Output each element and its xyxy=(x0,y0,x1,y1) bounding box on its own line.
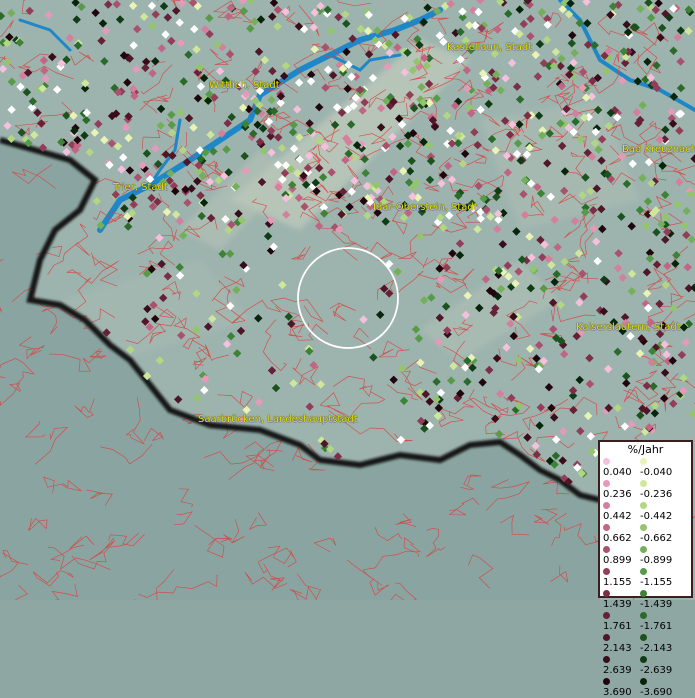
legend-entry: -1.439 xyxy=(640,588,677,610)
legend-value: -0.442 xyxy=(640,511,672,522)
legend-entry: -0.236 xyxy=(640,478,677,500)
legend-swatch xyxy=(603,568,610,575)
legend-value: -2.639 xyxy=(640,665,672,676)
legend-value: 0.899 xyxy=(603,555,632,566)
place-label-kaiserslautern: Kaiserslautern, Stadt xyxy=(576,322,681,333)
legend-entry: 0.442 xyxy=(603,500,640,522)
legend-entry: 2.143 xyxy=(603,632,640,654)
map-canvas[interactable] xyxy=(0,0,695,600)
legend-value: 1.761 xyxy=(603,621,632,632)
legend-row: 0.899 -0.899 xyxy=(603,544,677,566)
place-label-bad-kreuznach: Bad Kreuznach xyxy=(622,144,695,155)
legend-row: 0.662 -0.662 xyxy=(603,522,677,544)
legend-swatch xyxy=(603,590,610,597)
legend-value: -0.236 xyxy=(640,489,672,500)
legend-swatch xyxy=(640,458,647,465)
place-label-wittlich: Wittlich, Stadt xyxy=(209,80,280,91)
legend-value: -1.439 xyxy=(640,599,672,610)
legend-entry: -0.040 xyxy=(640,456,677,478)
legend-swatch xyxy=(603,502,610,509)
legend-value: 1.155 xyxy=(603,577,632,588)
legend-swatch xyxy=(640,590,647,597)
legend-row: 2.143 -2.143 xyxy=(603,632,677,654)
legend-swatch xyxy=(640,656,647,663)
legend-entry: 3.690 xyxy=(603,676,640,698)
legend-swatch xyxy=(640,546,647,553)
place-label-idar-oberstein: Idar-Oberstein, Stadt xyxy=(373,202,478,213)
legend-value: -1.761 xyxy=(640,621,672,632)
legend-value: -0.040 xyxy=(640,467,672,478)
legend-swatch xyxy=(603,480,610,487)
legend-row: 2.639 -2.639 xyxy=(603,654,677,676)
legend-row: 0.236 -0.236 xyxy=(603,478,677,500)
legend-entry: 2.639 xyxy=(603,654,640,676)
legend-swatch xyxy=(640,524,647,531)
legend-title: %/Jahr xyxy=(600,443,691,456)
legend-entry: 0.040 xyxy=(603,456,640,478)
legend-entry: -0.442 xyxy=(640,500,677,522)
legend: %/Jahr 0.040 -0.040 0.236 -0.236 0.442 -0.442… xyxy=(598,440,693,598)
legend-swatch xyxy=(603,524,610,531)
legend-value: 2.639 xyxy=(603,665,632,676)
legend-entry: -0.899 xyxy=(640,544,677,566)
place-label-saarbruecken: Saarbrücken, Landeshauptstadt xyxy=(198,414,358,425)
legend-value: -3.690 xyxy=(640,687,672,698)
legend-value: 0.442 xyxy=(603,511,632,522)
legend-value: 0.662 xyxy=(603,533,632,544)
legend-value: -0.899 xyxy=(640,555,672,566)
legend-row: 1.761 -1.761 xyxy=(603,610,677,632)
legend-swatch xyxy=(603,458,610,465)
legend-swatch xyxy=(603,678,610,685)
legend-value: 1.439 xyxy=(603,599,632,610)
legend-entry: 0.662 xyxy=(603,522,640,544)
legend-swatch xyxy=(603,546,610,553)
legend-swatch xyxy=(603,612,610,619)
legend-row: 3.690 -3.690 xyxy=(603,676,677,698)
legend-swatch xyxy=(640,502,647,509)
legend-row: 0.442 -0.442 xyxy=(603,500,677,522)
legend-value: 0.236 xyxy=(603,489,632,500)
legend-value: -2.143 xyxy=(640,643,672,654)
legend-entry: -2.143 xyxy=(640,632,677,654)
legend-swatch xyxy=(640,612,647,619)
legend-entry: 0.899 xyxy=(603,544,640,566)
legend-entry: 1.155 xyxy=(603,566,640,588)
place-label-trier: Trier, Stadt xyxy=(113,182,168,193)
legend-entry: 1.761 xyxy=(603,610,640,632)
legend-swatch xyxy=(640,568,647,575)
legend-entry: -0.662 xyxy=(640,522,677,544)
legend-entry: -1.155 xyxy=(640,566,677,588)
legend-value: 3.690 xyxy=(603,687,632,698)
legend-value: -1.155 xyxy=(640,577,672,588)
legend-entry: 0.236 xyxy=(603,478,640,500)
legend-entry: -2.639 xyxy=(640,654,677,676)
legend-table: 0.040 -0.040 0.236 -0.236 0.442 -0.442 0.662 -0… xyxy=(603,456,677,698)
place-label-kastellaun: Kastellaun, Stadt xyxy=(447,42,532,53)
legend-entry: -3.690 xyxy=(640,676,677,698)
legend-swatch xyxy=(640,678,647,685)
legend-value: 0.040 xyxy=(603,467,632,478)
legend-value: 2.143 xyxy=(603,643,632,654)
legend-swatch xyxy=(603,634,610,641)
legend-value: -0.662 xyxy=(640,533,672,544)
legend-row: 1.439 -1.439 xyxy=(603,588,677,610)
legend-swatch xyxy=(640,480,647,487)
legend-entry: 1.439 xyxy=(603,588,640,610)
legend-entry: -1.761 xyxy=(640,610,677,632)
legend-row: 0.040 -0.040 xyxy=(603,456,677,478)
legend-row: 1.155 -1.155 xyxy=(603,566,677,588)
legend-swatch xyxy=(603,656,610,663)
legend-swatch xyxy=(640,634,647,641)
